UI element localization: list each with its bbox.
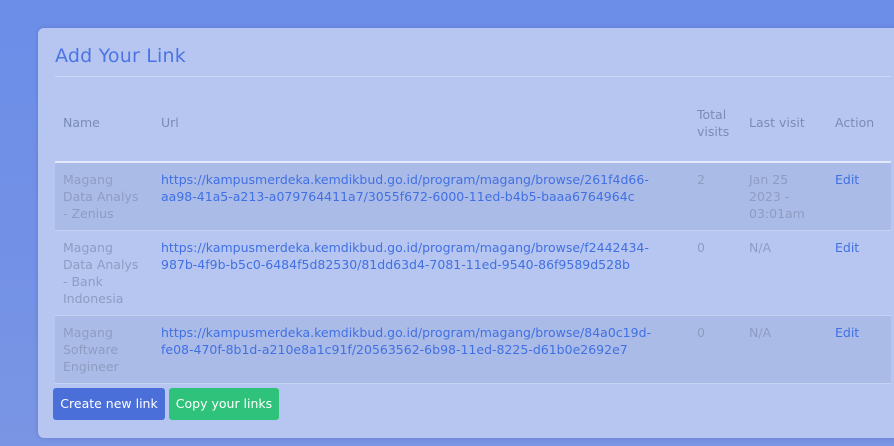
table-row: Magang Data Analys - Bank Indonesia http… (55, 230, 891, 316)
row-name: Magang Data Analys - Zenius (55, 162, 153, 231)
table-row: Magang Data Analys - Zenius https://kamp… (55, 162, 891, 231)
create-new-link-button[interactable]: Create new link (53, 388, 165, 420)
copy-your-links-button[interactable]: Copy your links (169, 388, 279, 420)
header-action: Action (827, 84, 891, 163)
table-row: Magang Software Engineer https://kampusm… (55, 315, 891, 384)
row-last-visit: Jan 25 2023 - 03:01am (741, 162, 827, 231)
row-url-link[interactable]: https://kampusmerdeka.kemdikbud.go.id/pr… (153, 162, 689, 231)
row-total-visits: 0 (689, 315, 741, 384)
header-last-visit: Last visit (741, 84, 827, 163)
table-header-row: Name Url Total visits Last visit Action (55, 84, 891, 163)
links-table: Name Url Total visits Last visit Action … (55, 84, 891, 384)
row-last-visit: N/A (741, 230, 827, 316)
row-total-visits: 2 (689, 162, 741, 231)
row-edit-link[interactable]: Edit (827, 162, 891, 231)
row-url-link[interactable]: https://kampusmerdeka.kemdikbud.go.id/pr… (153, 230, 689, 316)
header-url: Url (153, 84, 689, 163)
row-url-link[interactable]: https://kampusmerdeka.kemdikbud.go.id/pr… (153, 315, 689, 384)
header-name: Name (55, 84, 153, 163)
row-last-visit: N/A (741, 315, 827, 384)
row-name: Magang Software Engineer (55, 315, 153, 384)
row-edit-link[interactable]: Edit (827, 230, 891, 316)
links-card: Add Your Link Name Url Total visits Last… (38, 28, 894, 438)
card-title: Add Your Link (55, 45, 186, 67)
header-total-visits: Total visits (689, 84, 741, 163)
row-total-visits: 0 (689, 230, 741, 316)
row-name: Magang Data Analys - Bank Indonesia (55, 230, 153, 316)
title-divider (55, 76, 891, 77)
row-edit-link[interactable]: Edit (827, 315, 891, 384)
